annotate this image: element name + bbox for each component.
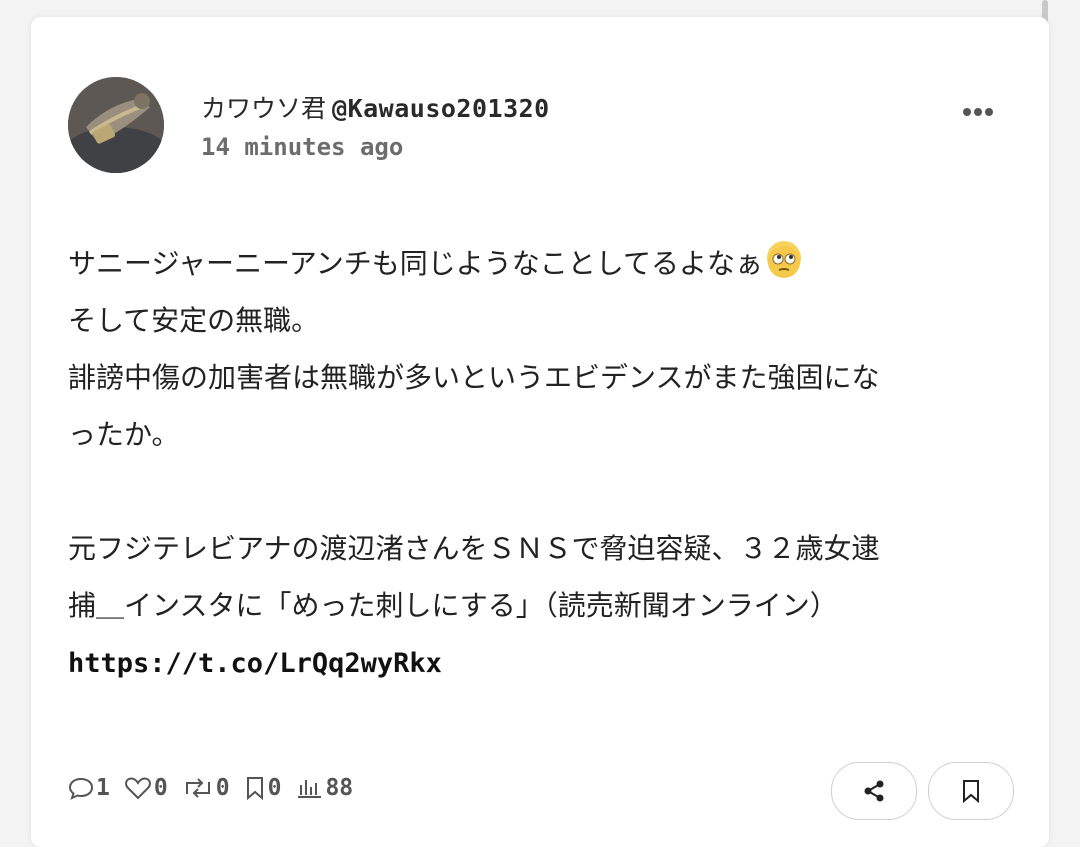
heart-icon [124, 777, 151, 800]
save-button[interactable] [928, 762, 1014, 820]
more-icon-dot [963, 108, 971, 116]
share-icon [864, 780, 884, 802]
post-line: サニージャーニーアンチも同じようなことしてるよなぁ [68, 235, 1008, 292]
more-icon-dot [985, 108, 993, 116]
bookmark-count: 0 [267, 775, 282, 801]
post-stats: 1 0 0 0 88 [68, 775, 367, 801]
views-chart-icon [298, 780, 322, 798]
post-link-line: https://t.co/LrQq2wyRkx [68, 634, 1008, 691]
handle[interactable]: @Kawauso201320 [332, 94, 550, 123]
post-line: ったか。 [68, 418, 180, 451]
view-count: 88 [325, 775, 354, 801]
post-line: 誹謗中傷の加害者は無職が多いというエビデンスがまた強固にな [68, 361, 880, 394]
avatar[interactable] [68, 77, 164, 173]
share-button[interactable] [831, 762, 917, 820]
avatar-image [68, 77, 164, 173]
bookmark-icon [246, 777, 263, 801]
author-line: カワウソ君 @Kawauso201320 [201, 89, 550, 125]
face-with-rolling-eyes-icon [766, 241, 801, 278]
views-stat[interactable]: 88 [295, 775, 353, 801]
bookmark-stat[interactable]: 0 [244, 775, 282, 801]
post-line: そして安定の無職。 [68, 304, 320, 337]
post-line-blank [68, 463, 1008, 520]
post-card: カワウソ君 @Kawauso201320 14 minutes ago サニージャ… [31, 17, 1049, 847]
post-line: 捕＿インスタに「めった刺しにする」（読売新聞オンライン） [68, 589, 838, 622]
comment-icon [68, 777, 94, 800]
repost-icon [185, 778, 210, 798]
repost-stat[interactable]: 0 [182, 775, 230, 801]
reply-count: 1 [96, 775, 110, 801]
like-count: 0 [153, 775, 168, 801]
more-icon-dot [974, 108, 982, 116]
post-line: 元フジテレビアナの渡辺渚さんをＳＮＳで脅迫容疑、３２歳女逮 [68, 532, 880, 565]
reply-stat[interactable]: 1 [68, 775, 110, 801]
more-options-button[interactable] [958, 97, 998, 127]
post-link[interactable]: https://t.co/LrQq2wyRkx [68, 648, 442, 679]
display-name[interactable]: カワウソ君 [201, 94, 326, 123]
timestamp: 14 minutes ago [201, 133, 404, 161]
bookmark-icon [963, 780, 979, 804]
like-stat[interactable]: 0 [124, 775, 168, 801]
repost-count: 0 [215, 775, 230, 801]
post-body: サニージャーニーアンチも同じようなことしてるよなぁ そして安定の無職。 誹謗中傷… [68, 235, 1008, 691]
